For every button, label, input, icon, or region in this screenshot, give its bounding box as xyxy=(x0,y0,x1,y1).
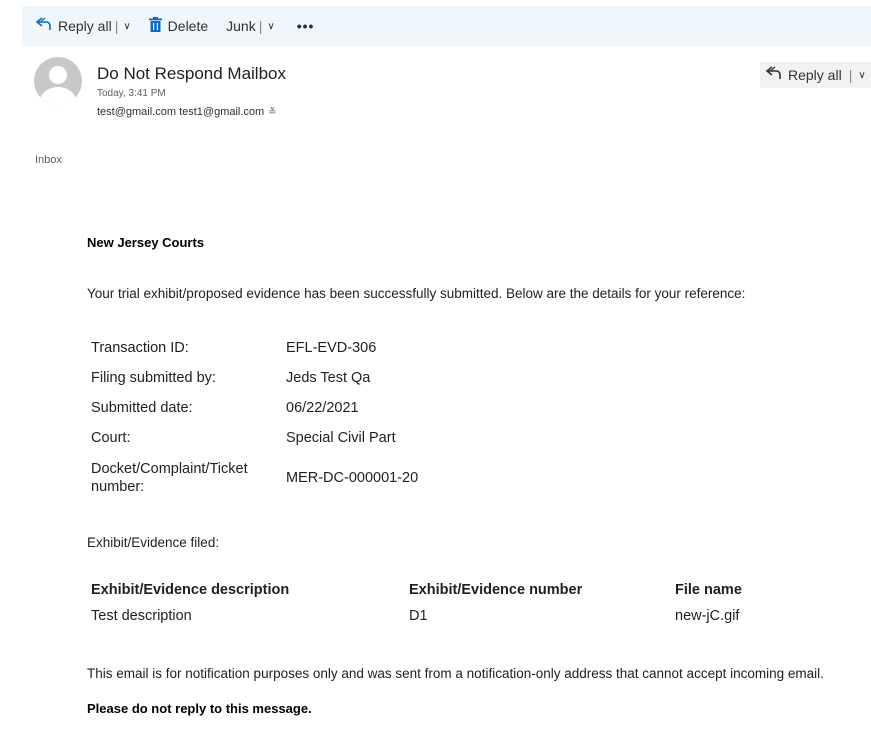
column-header: Exhibit/Evidence number xyxy=(409,582,583,598)
divider: | xyxy=(258,18,263,34)
more-actions-button[interactable]: ••• xyxy=(297,18,315,34)
detail-label: Court: xyxy=(91,430,131,446)
chevron-down-icon[interactable]: ∨ xyxy=(123,21,130,32)
junk-button[interactable]: Junk | ∨ xyxy=(226,18,275,34)
reply-all-icon xyxy=(765,66,782,84)
divider: | xyxy=(114,18,119,34)
organization-name: New Jersey Courts xyxy=(87,235,205,250)
person-avatar-icon[interactable] xyxy=(34,57,82,105)
reply-all-header-button[interactable]: Reply all | ∨ xyxy=(760,62,871,88)
more-horizontal-icon: ••• xyxy=(296,18,315,34)
folder-label: Inbox xyxy=(35,154,62,166)
reply-all-button[interactable]: Reply all | ∨ xyxy=(35,17,131,35)
detail-label: Transaction ID: xyxy=(91,340,189,356)
reply-all-icon xyxy=(35,17,52,35)
message-date: Today, 3:41 PM xyxy=(97,88,166,99)
detail-value: Special Civil Part xyxy=(286,430,396,446)
sender-name[interactable]: Do Not Respond Mailbox xyxy=(97,64,286,84)
exhibit-table: Exhibit/Evidence description Exhibit/Evi… xyxy=(91,582,791,634)
delete-button[interactable]: Delete xyxy=(148,16,209,36)
chevron-down-icon[interactable]: ∨ xyxy=(858,70,865,81)
column-header: Exhibit/Evidence description xyxy=(91,582,290,598)
detail-label: Filing submitted by: xyxy=(91,370,216,386)
table-cell: Test description xyxy=(91,608,192,624)
table-cell: new-jC.gif xyxy=(675,608,740,624)
notification-disclaimer: This email is for notification purposes … xyxy=(87,666,824,681)
chevron-down-icon[interactable]: ∨ xyxy=(267,21,274,32)
divider: | xyxy=(848,67,853,83)
do-not-reply-notice: Please do not reply to this message. xyxy=(87,701,312,716)
table-row: Test description D1 new-jC.gif xyxy=(91,608,791,634)
table-header-row: Exhibit/Evidence description Exhibit/Evi… xyxy=(91,582,791,608)
detail-value: 06/22/2021 xyxy=(286,400,359,416)
detail-value: EFL-EVD-306 xyxy=(286,340,377,356)
double-chevron-down-icon[interactable]: ≚ xyxy=(268,107,276,118)
junk-label: Junk xyxy=(226,18,256,34)
column-header: File name xyxy=(675,582,742,598)
recipients: test@gmail.com test1@gmail.com ≚ xyxy=(97,106,277,118)
reply-all-label: Reply all xyxy=(58,18,112,34)
detail-label: Submitted date: xyxy=(91,400,193,416)
table-cell: D1 xyxy=(409,608,428,624)
delete-label: Delete xyxy=(167,18,209,34)
detail-value: MER-DC-000001-20 xyxy=(286,470,419,486)
recipient-list[interactable]: test@gmail.com test1@gmail.com xyxy=(97,106,264,118)
command-toolbar: Reply all | ∨ Delete Junk | ∨ ••• xyxy=(22,6,871,46)
trash-icon xyxy=(148,16,162,36)
reply-all-label: Reply all xyxy=(788,67,842,83)
intro-text: Your trial exhibit/proposed evidence has… xyxy=(87,286,746,301)
detail-value: Jeds Test Qa xyxy=(286,370,371,386)
detail-label: Docket/Complaint/Ticket number: xyxy=(91,461,248,495)
exhibit-filed-label: Exhibit/Evidence filed: xyxy=(87,535,220,550)
